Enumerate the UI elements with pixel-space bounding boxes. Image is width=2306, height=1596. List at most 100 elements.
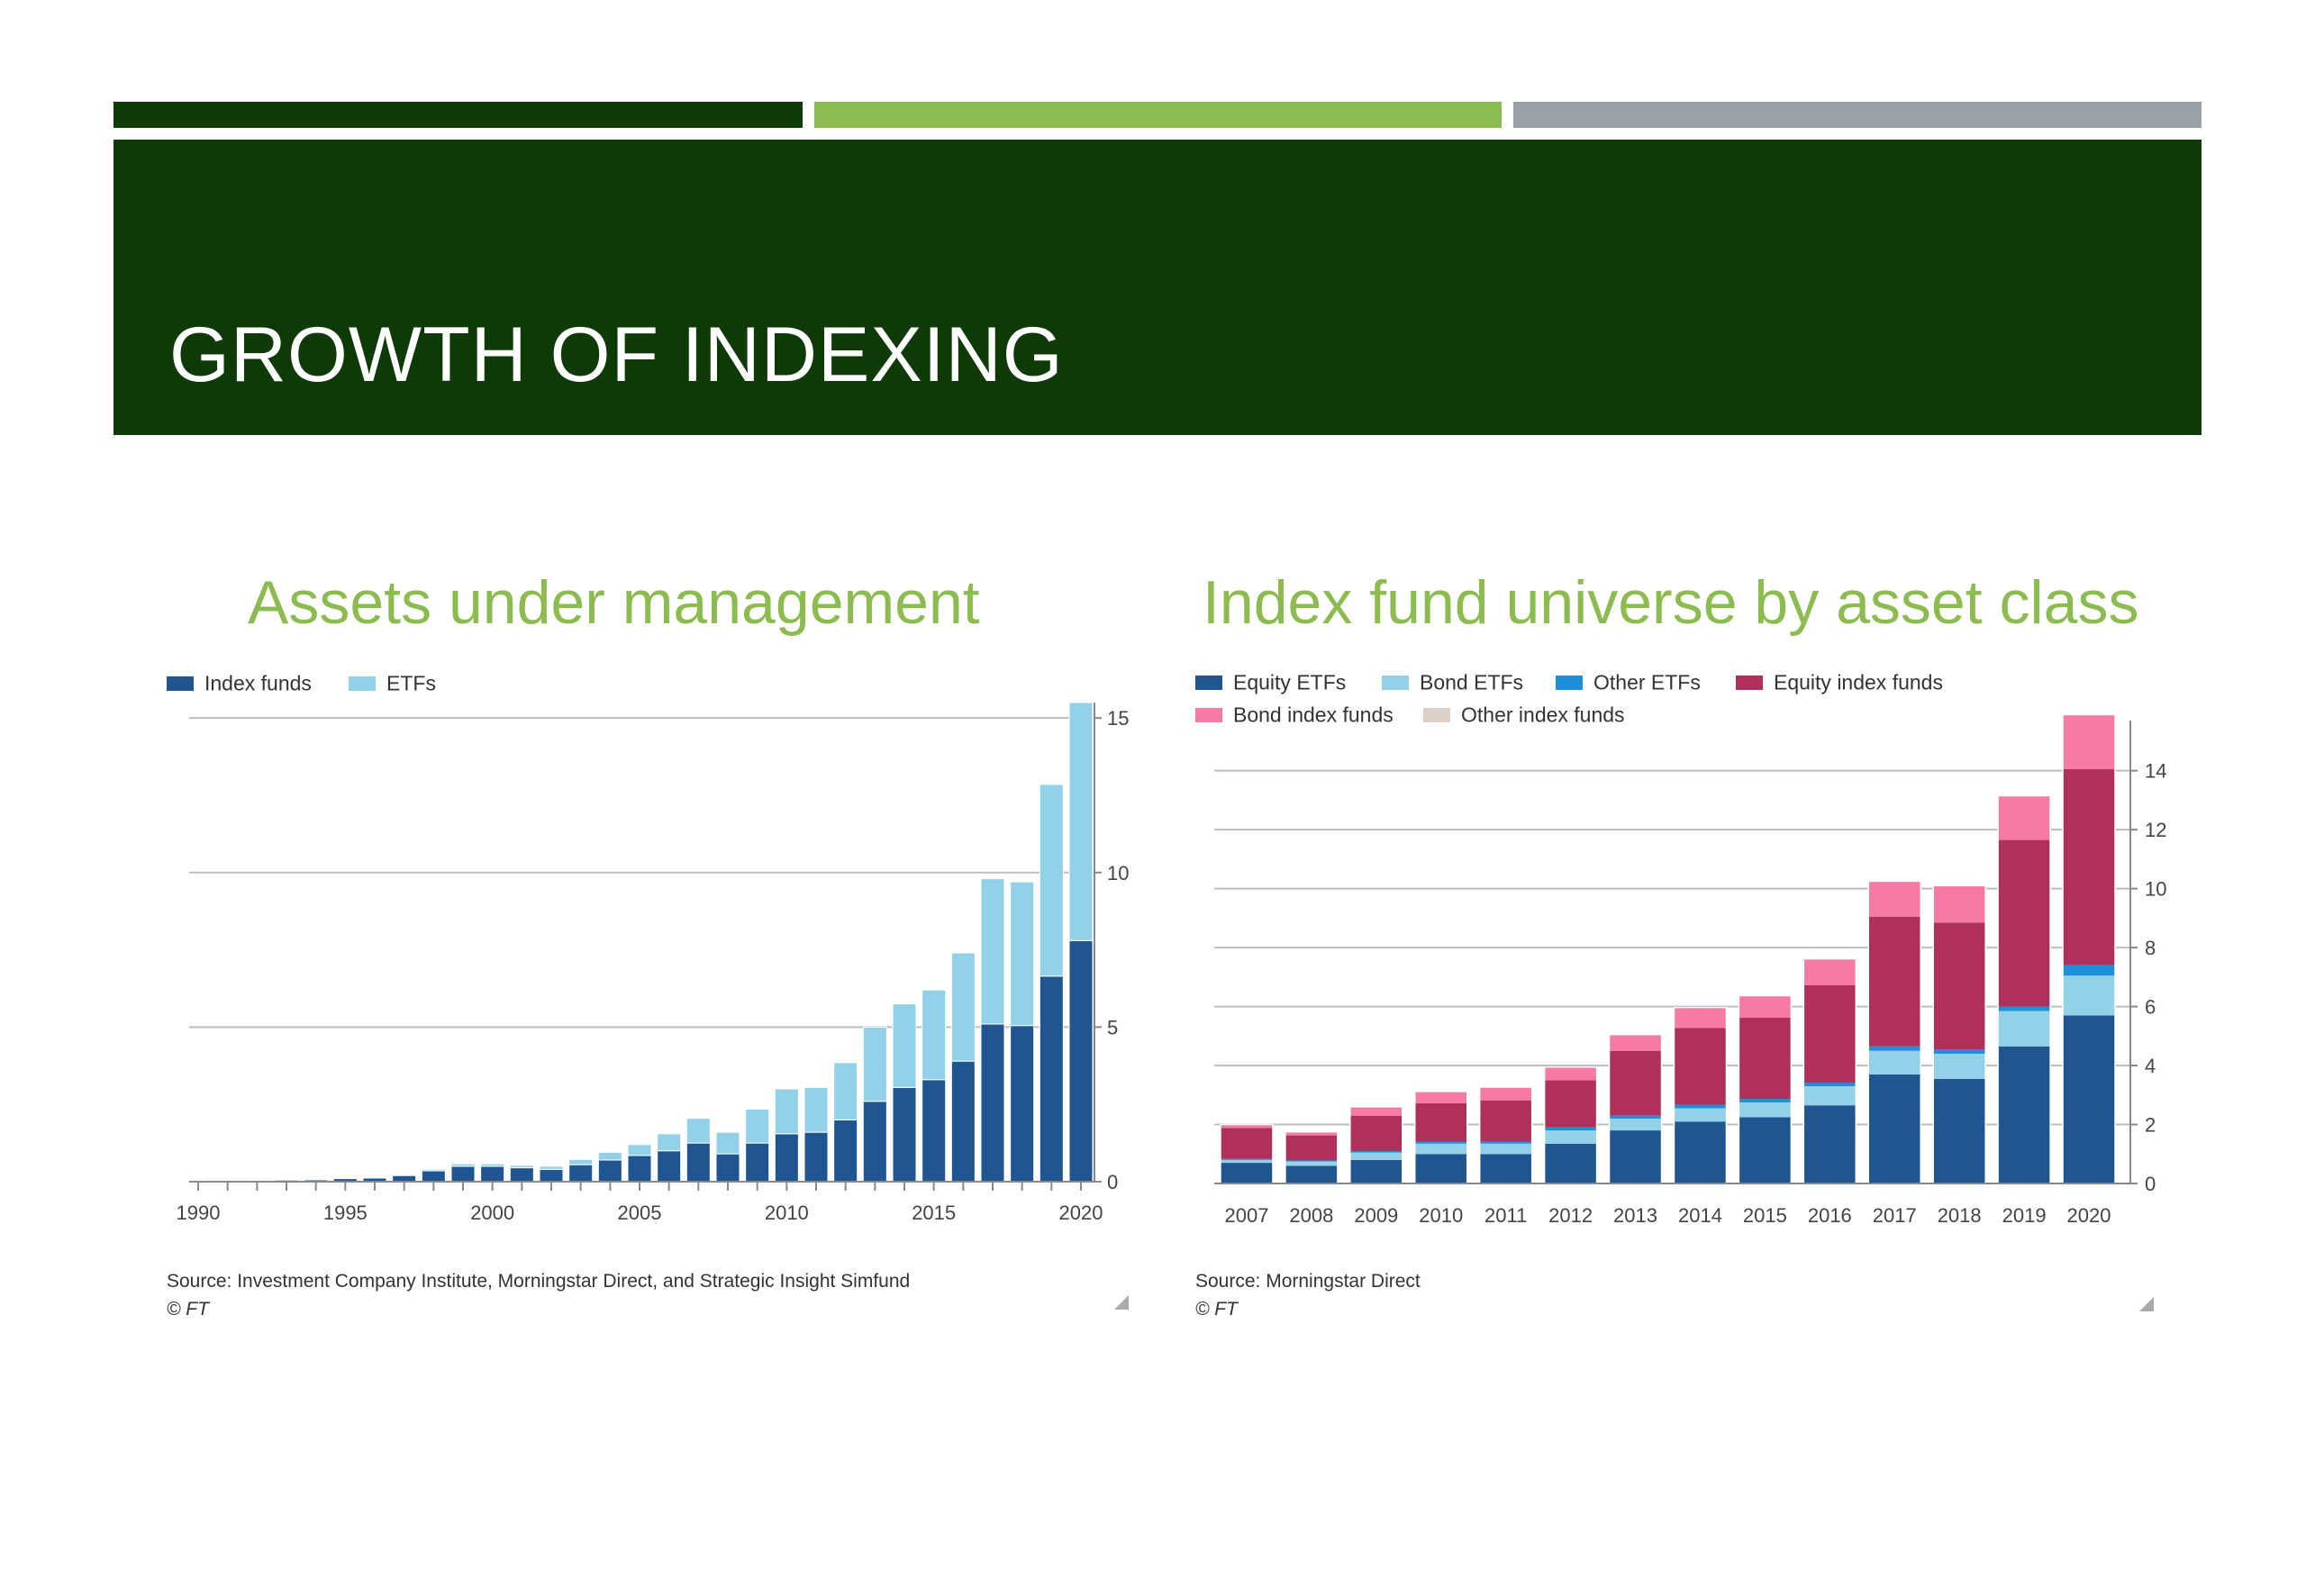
chart-1-copyright: © FT <box>167 1299 209 1319</box>
bar-other-etfs-2013 <box>1609 1115 1662 1119</box>
legend-label: Equity ETFs <box>1233 670 1347 694</box>
bar-index-funds-2010 <box>774 1133 799 1183</box>
bar-other-etfs-2018 <box>1933 1049 1986 1054</box>
legend-label: Other ETFs <box>1593 670 1701 694</box>
bar-index-funds-2000 <box>480 1165 505 1183</box>
chart-1-resize-handle[interactable] <box>1114 1295 1129 1310</box>
x-tick-label: 2020 <box>1059 1202 1103 1224</box>
legend-label: ETFs <box>386 671 436 695</box>
slide-title: GROWTH OF INDEXING <box>169 312 1064 398</box>
bar-other-etfs-2009 <box>1349 1150 1403 1153</box>
bar-bond-etfs-2013 <box>1609 1118 1662 1131</box>
x-tick-label: 2018 <box>1938 1204 1982 1227</box>
legend-swatch <box>1736 675 1763 690</box>
y-tick-label: 0 <box>2145 1173 2156 1195</box>
bar-bond-index-funds-2014 <box>1674 1007 1727 1029</box>
bar-bond-etfs-2016 <box>1803 1085 1857 1106</box>
x-tick-label: 2011 <box>1484 1204 1527 1227</box>
bar-index-funds-2001 <box>509 1167 534 1183</box>
bar-equity-etfs-2020 <box>2063 1015 2116 1183</box>
bar-equity-etfs-2012 <box>1544 1143 1597 1183</box>
x-tick-label: 2000 <box>470 1202 514 1224</box>
chart-1-title: Assets under management <box>248 568 980 637</box>
legend-item-other-etfs: Other ETFs <box>1556 669 1701 694</box>
bar-etfs-1996 <box>362 1176 387 1179</box>
bar-etfs-2007 <box>685 1118 711 1144</box>
bar-bond-etfs-2015 <box>1739 1102 1792 1118</box>
bar-etfs-2008 <box>715 1131 740 1155</box>
y-tick-label: 0 <box>1107 1171 1118 1193</box>
bar-equity-etfs-2018 <box>1933 1078 1986 1183</box>
bar-equity-index-funds-2012 <box>1544 1080 1597 1128</box>
bar-etfs-2016 <box>950 952 976 1062</box>
bar-etfs-2003 <box>568 1158 594 1165</box>
legend-item-etfs: ETFs <box>349 670 436 695</box>
bar-other-etfs-2017 <box>1868 1046 1921 1051</box>
x-tick-label: 2014 <box>1678 1204 1722 1227</box>
chart-2-resize-handle[interactable] <box>2139 1297 2154 1311</box>
bar-etfs-1997 <box>392 1174 417 1176</box>
bar-equity-index-funds-2010 <box>1414 1102 1467 1142</box>
x-tick-label: 2007 <box>1224 1204 1268 1227</box>
x-tick-label: 2010 <box>765 1202 809 1224</box>
chart-2-source: Source: Morningstar Direct © FT <box>1195 1267 1421 1323</box>
bar-bond-etfs-2007 <box>1220 1159 1273 1164</box>
bar-equity-index-funds-2011 <box>1479 1100 1532 1142</box>
bar-etfs-1999 <box>450 1163 476 1167</box>
accent-strip-light-green <box>814 102 1502 128</box>
title-banner: GROWTH OF INDEXING <box>113 140 2202 435</box>
bar-bond-etfs-2018 <box>1933 1053 1986 1079</box>
bar-equity-etfs-2007 <box>1220 1163 1273 1183</box>
bar-etfs-2020 <box>1068 702 1094 941</box>
bar-equity-etfs-2014 <box>1674 1121 1727 1183</box>
y-tick-label: 15 <box>1107 707 1129 730</box>
legend-item-equity-index-funds: Equity index funds <box>1736 669 1943 694</box>
bar-equity-index-funds-2017 <box>1868 916 1921 1047</box>
bar-etfs-2000 <box>480 1163 505 1167</box>
bar-equity-etfs-2008 <box>1285 1165 1338 1183</box>
bar-other-etfs-2020 <box>2063 965 2116 976</box>
x-tick-label: 2015 <box>912 1202 956 1224</box>
bar-bond-etfs-2008 <box>1285 1161 1338 1166</box>
bar-etfs-2013 <box>862 1026 887 1102</box>
bar-etfs-2012 <box>833 1062 858 1120</box>
bar-bond-etfs-2017 <box>1868 1050 1921 1075</box>
chart-2-title: Index fund universe by asset class <box>1203 568 2139 637</box>
bar-index-funds-2003 <box>568 1164 594 1183</box>
legend-swatch <box>1556 675 1583 690</box>
bar-equity-index-funds-2009 <box>1349 1115 1403 1151</box>
bar-etfs-2015 <box>921 989 947 1081</box>
bar-bond-index-funds-2018 <box>1933 885 1986 923</box>
chart-2-copyright: © FT <box>1195 1299 1238 1319</box>
bar-other-etfs-2010 <box>1414 1141 1467 1144</box>
bar-etfs-2006 <box>657 1133 682 1152</box>
x-tick-label: 2013 <box>1613 1204 1657 1227</box>
bar-index-funds-2019 <box>1039 975 1064 1183</box>
bar-index-funds-2017 <box>980 1023 1005 1183</box>
bar-index-funds-2009 <box>745 1142 770 1183</box>
bar-index-funds-1999 <box>450 1165 476 1183</box>
bar-bond-etfs-2019 <box>1998 1011 2051 1047</box>
bar-etfs-2018 <box>1010 881 1035 1027</box>
bar-bond-index-funds-2016 <box>1803 958 1857 985</box>
y-tick-label: 6 <box>2145 996 2156 1019</box>
bar-index-funds-2002 <box>539 1168 564 1183</box>
bar-other-etfs-2016 <box>1803 1083 1857 1086</box>
bar-equity-index-funds-2014 <box>1674 1028 1727 1105</box>
legend-label: Index funds <box>204 671 312 695</box>
bar-etfs-2019 <box>1039 784 1064 977</box>
bar-index-funds-2020 <box>1068 939 1094 1183</box>
bar-index-funds-2004 <box>597 1159 622 1183</box>
bar-bond-etfs-2012 <box>1544 1130 1597 1144</box>
bar-bond-index-funds-2013 <box>1609 1034 1662 1051</box>
legend-item-index-funds: Index funds <box>167 670 312 695</box>
x-tick-label: 2015 <box>1743 1204 1787 1227</box>
bar-bond-index-funds-2009 <box>1349 1106 1403 1116</box>
x-tick-label: 2012 <box>1548 1204 1593 1227</box>
bar-bond-index-funds-2012 <box>1544 1066 1597 1081</box>
legend-swatch <box>167 676 194 691</box>
chart-1-plot: 0 5 10 15 1990 1995 2000 2005 2010 2015 2020 <box>177 702 1129 1224</box>
bar-bond-etfs-2014 <box>1674 1108 1727 1122</box>
bar-index-funds-2012 <box>833 1119 858 1183</box>
bar-equity-index-funds-2020 <box>2063 769 2116 966</box>
